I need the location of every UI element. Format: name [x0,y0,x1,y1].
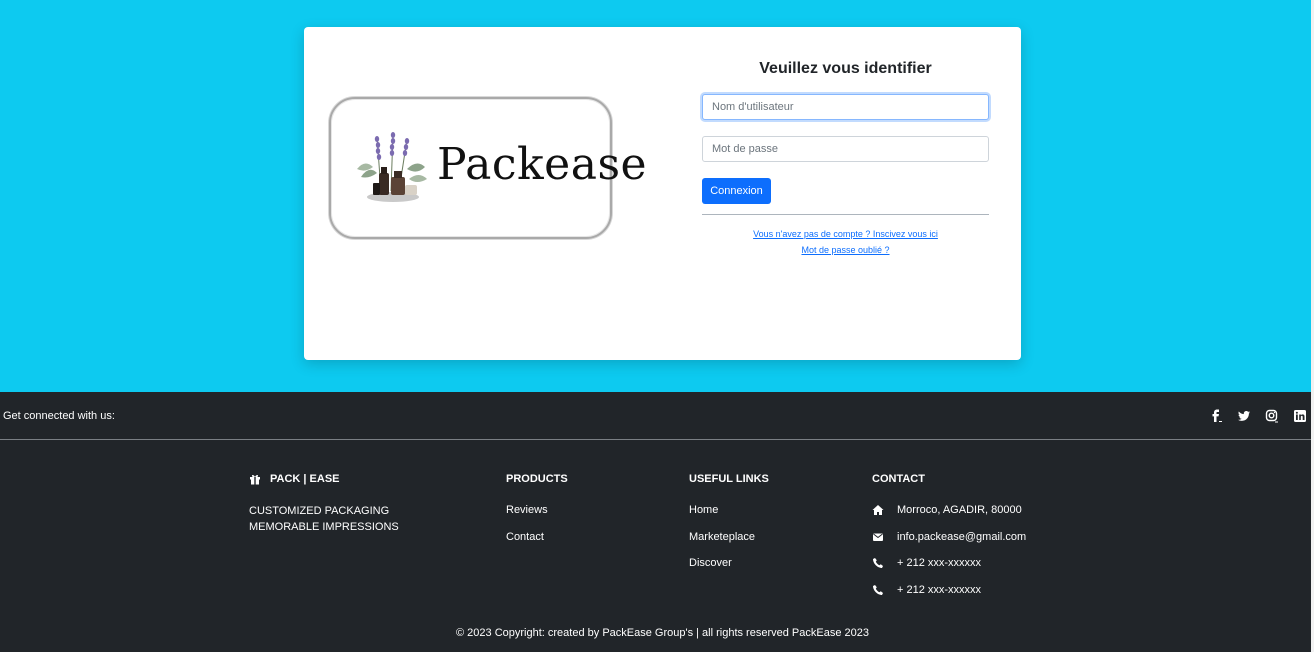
tagline-line-1: CUSTOMIZED PACKAGING [249,505,390,517]
forgot-password-link[interactable]: Mot de passe oublié ? [702,245,989,255]
contact-email: info.packease@gmail.com [872,530,1026,557]
login-title: Veuillez vous identifier [759,60,932,77]
footer-contact-title: CONTACT [872,473,925,485]
footer-link-discover[interactable]: Discover [689,556,769,583]
footer-useful-links-column: USEFUL LINKS Home Marketeplace Discover [689,472,769,583]
footer-link-contact[interactable]: Contact [506,530,568,557]
contact-phone-2: + 212 xxx-xxxxxx [872,583,1026,610]
signup-link[interactable]: Vous n'avez pas de compte ? Inscivez vou… [702,229,989,239]
footer-link-marketplace[interactable]: Marketeplace [689,530,769,557]
linkedin-icon[interactable] [1293,409,1307,423]
social-text: Get connected with us: [3,410,115,422]
packease-logo: Packease [329,97,647,239]
tagline-line-2: MEMORABLE IMPRESSIONS [249,521,399,533]
copyright-text: © 2023 Copyright: created by PackEase Gr… [456,627,869,639]
contact-phone-1-text: + 212 xxx-xxxxxx [897,557,982,569]
footer-link-home[interactable]: Home [689,503,769,530]
contact-address: Morroco, AGADIR, 80000 [872,503,1026,530]
password-input[interactable] [702,136,989,162]
logo-wordmark: Packease [437,139,648,190]
login-card: Packease Veuillez vous identifier Connex… [304,27,1021,360]
contact-email-text: info.packease@gmail.com [897,530,1027,543]
contact-address-text: Morroco, AGADIR, 80000 [897,504,1022,516]
social-bar: Get connected with us: [0,392,1314,440]
username-input[interactable] [702,94,989,120]
home-icon [872,505,884,515]
contact-list: Morroco, AGADIR, 80000 info.packease@gma… [872,503,1026,609]
useful-links-list: Home Marketeplace Discover [689,503,769,583]
footer-brand-tagline: CUSTOMIZED PACKAGING MEMORABLE IMPRESSIO… [249,503,399,535]
login-button[interactable]: Connexion [702,178,771,204]
footer-products-title: PRODUCTS [506,473,568,485]
footer: Get connected with us: PACK | EASE CUSTO… [0,392,1314,652]
phone-icon [873,584,883,595]
lavender-bottles-illustration [357,132,427,202]
twitter-icon[interactable] [1237,409,1251,423]
footer-brand-column: PACK | EASE CUSTOMIZED PACKAGING MEMORAB… [249,472,399,535]
contact-phone-1: + 212 xxx-xxxxxx [872,556,1026,583]
hero-section: Packease Veuillez vous identifier Connex… [0,0,1314,392]
gift-icon [250,475,260,485]
footer-link-reviews[interactable]: Reviews [506,503,568,530]
footer-useful-links-title: USEFUL LINKS [689,473,769,485]
footer-brand-title: PACK | EASE [270,473,340,485]
envelope-icon [873,533,883,541]
products-list: Reviews Contact [506,503,568,556]
facebook-icon[interactable] [1209,409,1223,423]
footer-contact-column: CONTACT Morroco, AGADIR, 80000 info.pack… [872,472,1026,609]
contact-phone-2-text: + 212 xxx-xxxxxx [897,583,982,596]
phone-icon [873,558,883,568]
form-divider [702,214,989,215]
social-icons [1209,409,1307,423]
footer-products-column: PRODUCTS Reviews Contact [506,472,568,556]
instagram-icon[interactable] [1265,409,1279,423]
